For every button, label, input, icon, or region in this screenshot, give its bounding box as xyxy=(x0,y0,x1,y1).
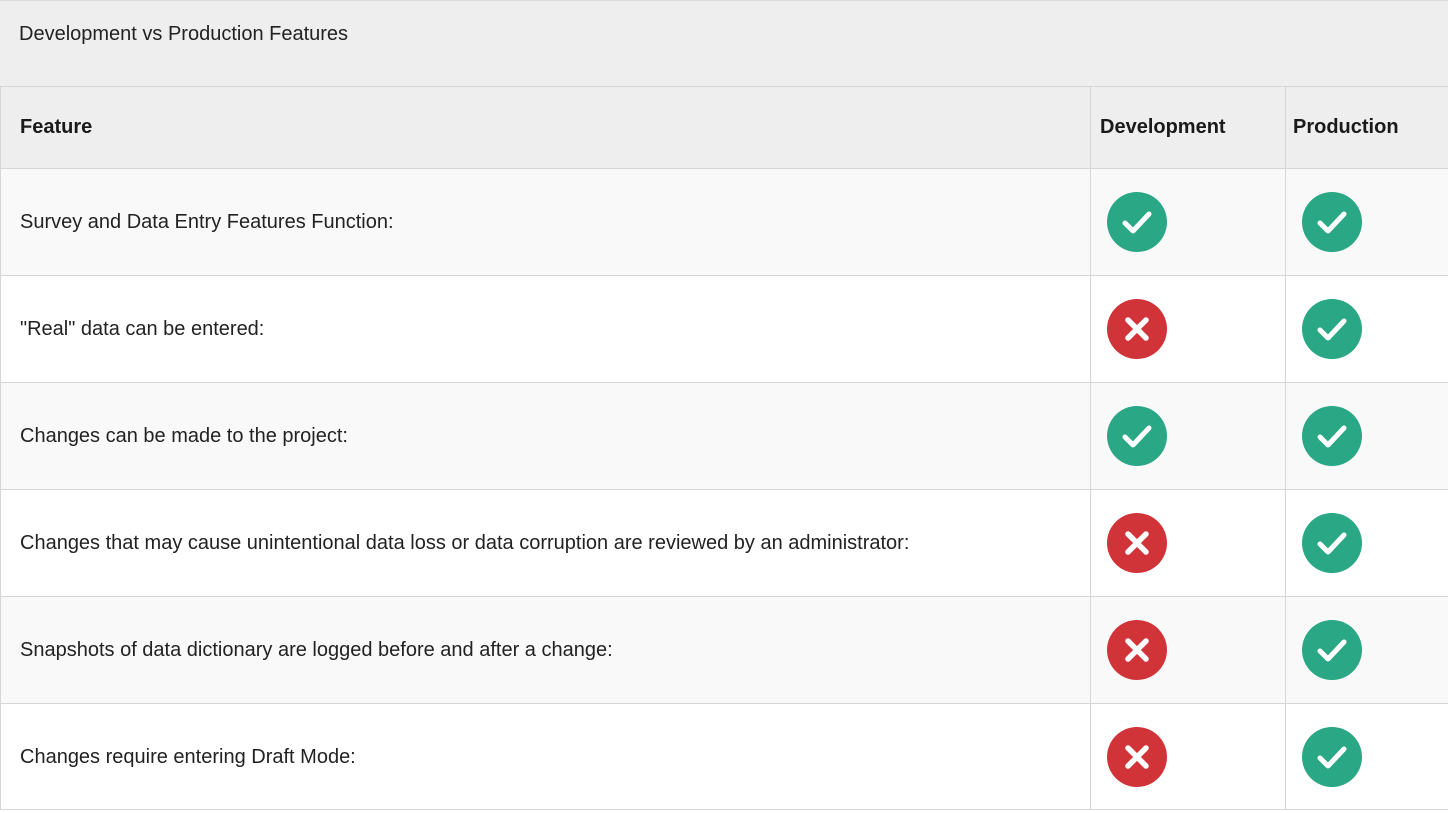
feature-cell: Survey and Data Entry Features Function: xyxy=(0,168,1091,276)
x-circle-icon xyxy=(1107,726,1167,787)
table-header: Feature Development Production xyxy=(0,86,1448,169)
feature-cell: "Real" data can be entered: xyxy=(0,275,1091,383)
feature-cell: Changes that may cause unintentional dat… xyxy=(0,489,1091,597)
feature-cell: Changes can be made to the project: xyxy=(0,382,1091,490)
check-circle-icon xyxy=(1302,192,1362,252)
table-caption: Development vs Production Features xyxy=(0,0,1448,86)
table-row: Changes can be made to the project: xyxy=(0,382,1448,490)
development-cell xyxy=(1090,168,1286,276)
check-circle-icon xyxy=(1302,620,1362,680)
header-feature: Feature xyxy=(0,86,1091,169)
production-cell xyxy=(1285,703,1448,810)
x-circle-icon xyxy=(1107,620,1167,680)
production-cell xyxy=(1285,489,1448,597)
features-table: Development vs Production Features Featu… xyxy=(0,0,1448,810)
production-cell xyxy=(1285,382,1448,490)
development-cell xyxy=(1090,703,1286,810)
production-cell xyxy=(1285,168,1448,276)
development-cell xyxy=(1090,489,1286,597)
check-circle-icon xyxy=(1302,299,1362,359)
check-circle-icon xyxy=(1302,406,1362,466)
feature-cell: Changes require entering Draft Mode: xyxy=(0,703,1091,810)
page: Development vs Production Features Featu… xyxy=(0,0,1448,813)
development-cell xyxy=(1090,596,1286,704)
check-circle-icon xyxy=(1107,192,1167,252)
x-circle-icon xyxy=(1107,299,1167,359)
x-circle-icon xyxy=(1107,513,1167,573)
table-row: Changes that may cause unintentional dat… xyxy=(0,489,1448,597)
check-circle-icon xyxy=(1107,406,1167,466)
development-cell xyxy=(1090,275,1286,383)
feature-cell: Snapshots of data dictionary are logged … xyxy=(0,596,1091,704)
table-row: Survey and Data Entry Features Function: xyxy=(0,168,1448,276)
production-cell xyxy=(1285,275,1448,383)
header-development: Development xyxy=(1090,86,1286,169)
table-row: Changes require entering Draft Mode: xyxy=(0,703,1448,810)
check-circle-icon xyxy=(1302,726,1362,787)
check-circle-icon xyxy=(1302,513,1362,573)
table-row: Snapshots of data dictionary are logged … xyxy=(0,596,1448,704)
table-row: "Real" data can be entered: xyxy=(0,275,1448,383)
header-production: Production xyxy=(1285,86,1448,169)
production-cell xyxy=(1285,596,1448,704)
development-cell xyxy=(1090,382,1286,490)
header-row: Feature Development Production xyxy=(0,86,1448,169)
table-body: Survey and Data Entry Features Function:… xyxy=(0,168,1448,810)
